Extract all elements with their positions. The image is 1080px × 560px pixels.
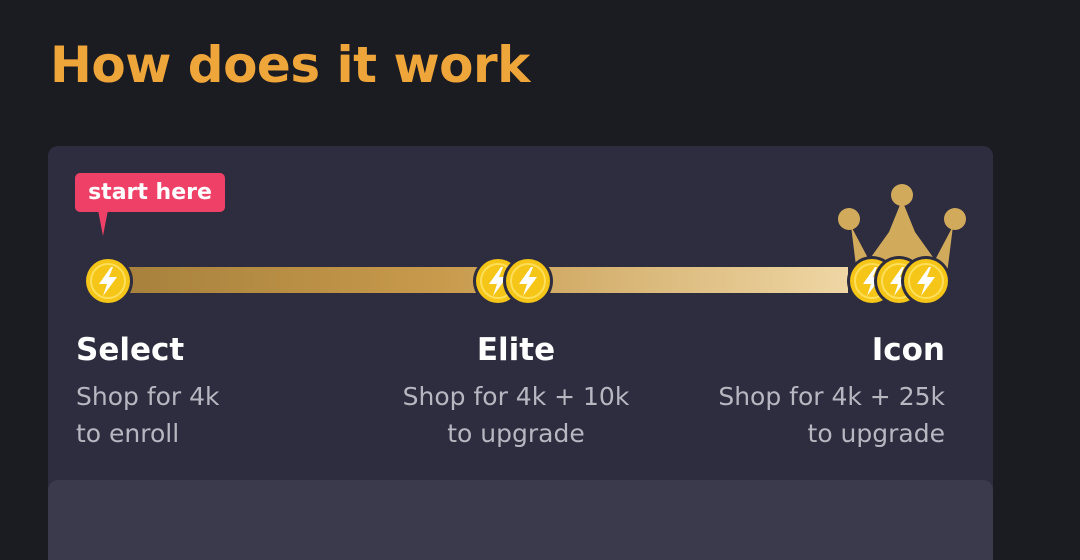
tier-name: Icon [871, 332, 945, 368]
page-title: How does it work [50, 36, 530, 94]
card-footer-section [48, 480, 993, 560]
tier-icon: Icon Shop for 4k + 25k to upgrade [618, 330, 945, 452]
start-here-tag: start here [75, 173, 225, 212]
tier-name: Select [76, 332, 185, 368]
tier-progress-card: start here Select Shop for 4k to enroll … [48, 146, 993, 560]
lightning-coin-icon [83, 256, 133, 306]
start-here-tag-pointer [98, 210, 108, 236]
tier-description: Shop for 4k + 25k to upgrade [718, 382, 945, 448]
tier-description: Shop for 4k to enroll [76, 382, 220, 448]
lightning-coin-icon [901, 256, 951, 306]
lightning-coin-icon [503, 256, 553, 306]
tier-select: Select Shop for 4k to enroll [76, 330, 220, 452]
